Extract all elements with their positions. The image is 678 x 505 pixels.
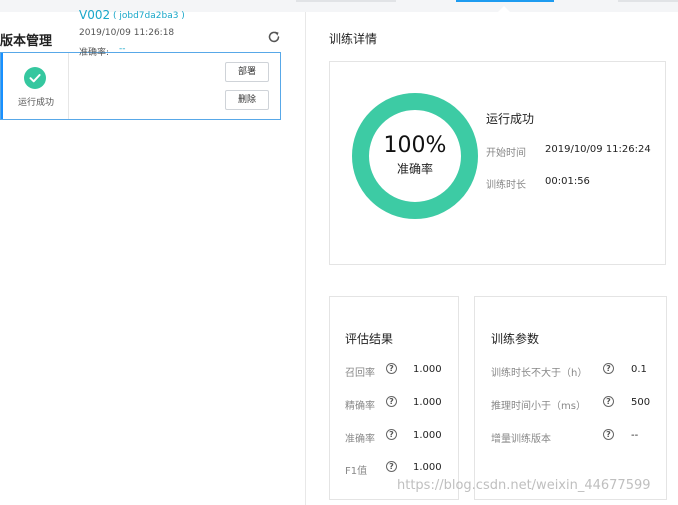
version-name[interactable]: V002: [79, 8, 110, 22]
help-icon[interactable]: ?: [386, 461, 397, 472]
help-icon[interactable]: ?: [603, 429, 614, 440]
version-accuracy-value: --: [119, 44, 126, 54]
refresh-icon[interactable]: [267, 30, 281, 44]
deploy-button[interactable]: 部署: [225, 62, 269, 82]
accuracy-percent: 100%: [383, 133, 447, 158]
tab-indicator-inactive-2[interactable]: [618, 0, 678, 2]
param-inference-time-label: 推理时间小于（ms）: [491, 401, 586, 412]
duration-label: 训练时长: [486, 180, 526, 191]
eval-f1-value: 1.000: [413, 462, 442, 473]
help-icon[interactable]: ?: [603, 363, 614, 374]
help-icon[interactable]: ?: [603, 396, 614, 407]
tab-indicator-active[interactable]: [456, 0, 554, 2]
evaluation-title: 评估结果: [345, 332, 394, 346]
run-status: 运行成功: [486, 112, 535, 126]
version-panel-title: 版本管理: [0, 34, 53, 49]
param-max-duration-label: 训练时长不大于（h）: [491, 368, 588, 379]
duration-value: 00:01:56: [545, 176, 590, 187]
delete-button[interactable]: 删除: [225, 90, 269, 110]
version-accuracy-label: 准确率:: [79, 48, 110, 58]
version-job-id: ( jobd7da2ba3 ): [113, 11, 185, 21]
start-time-value: 2019/10/09 11:26:24: [545, 144, 651, 155]
active-tab-notch: [498, 6, 510, 12]
eval-f1-label: F1值: [345, 466, 368, 477]
eval-precision-value: 1.000: [413, 397, 442, 408]
check-circle-icon: [24, 67, 46, 89]
help-icon[interactable]: ?: [386, 396, 397, 407]
param-max-duration-value: 0.1: [631, 364, 647, 375]
version-date: 2019/10/09 11:26:18: [79, 28, 175, 38]
watermark: https://blog.csdn.net/weixin_44677599: [397, 478, 651, 493]
param-incremental-version-label: 增量训练版本: [491, 434, 551, 445]
eval-precision-label: 精确率: [345, 401, 375, 412]
eval-accuracy-value: 1.000: [413, 430, 442, 441]
accuracy-ring-label: 准确率: [396, 162, 433, 176]
training-detail-title: 训练详情: [329, 32, 378, 46]
params-title: 训练参数: [491, 332, 540, 346]
version-status-label: 运行成功: [17, 98, 54, 108]
version-status-column: 运行成功: [3, 53, 69, 119]
help-icon[interactable]: ?: [386, 363, 397, 374]
help-icon[interactable]: ?: [386, 429, 397, 440]
tab-indicator-inactive-1[interactable]: [296, 0, 396, 2]
eval-accuracy-label: 准确率: [345, 434, 375, 445]
start-time-label: 开始时间: [486, 148, 526, 159]
param-inference-time-value: 500: [631, 397, 651, 408]
eval-recall-value: 1.000: [413, 364, 442, 375]
param-incremental-version-value: --: [631, 430, 639, 441]
panel-divider: [305, 12, 306, 505]
eval-recall-label: 召回率: [345, 368, 375, 379]
